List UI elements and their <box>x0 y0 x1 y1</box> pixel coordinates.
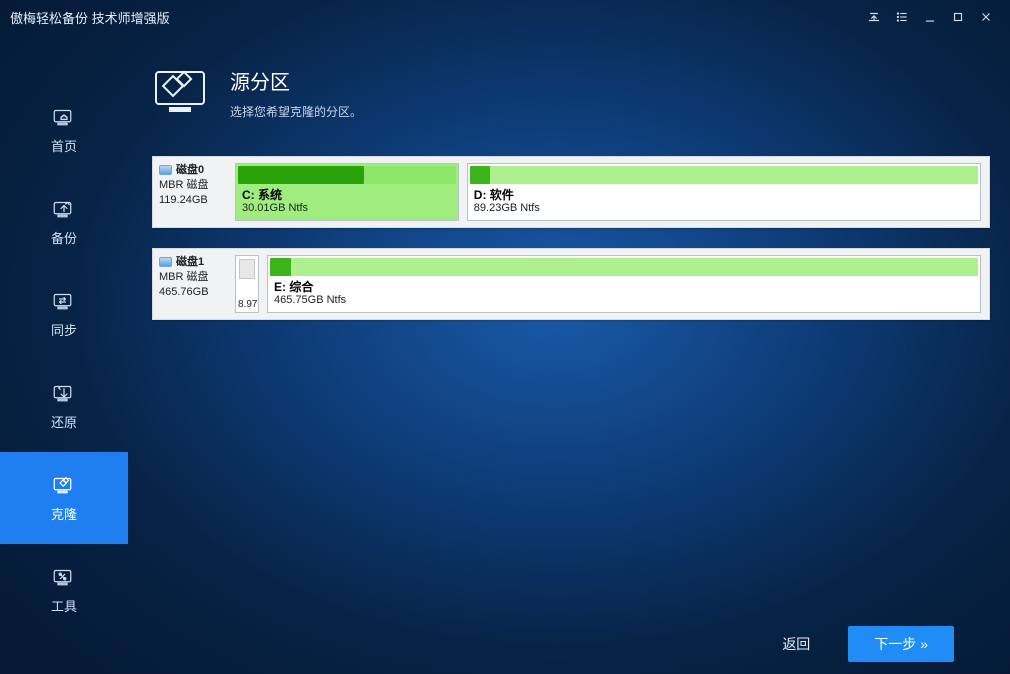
restore-icon <box>52 382 76 404</box>
clone-icon <box>52 474 76 496</box>
page-header: 源分区 选择您希望克隆的分区。 <box>152 66 990 120</box>
partition-size: 8.97 <box>238 299 256 310</box>
body: 首页 备份 同步 还原 <box>0 34 1010 674</box>
page-title: 源分区 <box>230 66 362 95</box>
partition-c[interactable]: C: 系统 30.01GB Ntfs <box>235 163 459 221</box>
disk-label: 磁盘0 <box>176 163 204 178</box>
next-button[interactable]: 下一步 » <box>848 626 954 662</box>
partition-info: 30.01GB Ntfs <box>236 202 458 219</box>
disk-row: 磁盘0 MBR 磁盘 119.24GB C: 系统 30.01GB Ntfs D… <box>152 156 990 228</box>
disk-label: 磁盘1 <box>176 255 204 270</box>
partition-name: C: 系统 <box>236 186 458 202</box>
back-button[interactable]: 返回 <box>772 628 820 660</box>
disk-type: MBR 磁盘 <box>159 270 227 285</box>
main-panel: 源分区 选择您希望克隆的分区。 磁盘0 MBR 磁盘 119.24GB C: 系… <box>128 34 1010 674</box>
sync-icon <box>52 290 76 312</box>
disk-row: 磁盘1 MBR 磁盘 465.76GB 8.97 E: 综合 465.75GB … <box>152 248 990 320</box>
sidebar-item-label: 首页 <box>51 136 77 155</box>
page-subtitle: 选择您希望克隆的分区。 <box>230 103 362 120</box>
wizard-footer: 返回 下一步 » <box>152 614 990 674</box>
disk-icon <box>159 165 172 175</box>
disk-size: 465.76GB <box>159 285 227 300</box>
partition-e[interactable]: E: 综合 465.75GB Ntfs <box>267 255 981 313</box>
maximize-button[interactable] <box>944 3 972 31</box>
sidebar-item-label: 同步 <box>51 320 77 339</box>
disk-meta: 磁盘0 MBR 磁盘 119.24GB <box>153 157 233 227</box>
sidebar: 首页 备份 同步 还原 <box>0 34 128 674</box>
partition-info: 465.75GB Ntfs <box>268 294 980 311</box>
sidebar-item-label: 备份 <box>51 228 77 247</box>
disk-meta: 磁盘1 MBR 磁盘 465.76GB <box>153 249 233 319</box>
sidebar-item-home[interactable]: 首页 <box>0 84 128 176</box>
partition-icon <box>152 66 208 116</box>
partition-info: 89.23GB Ntfs <box>468 202 980 219</box>
titlebar: 傲梅轻松备份 技术师增强版 <box>0 0 1010 34</box>
disk-type: MBR 磁盘 <box>159 178 227 193</box>
sidebar-item-label: 还原 <box>51 412 77 431</box>
app-window: 傲梅轻松备份 技术师增强版 首页 <box>0 0 1010 674</box>
menu-icon[interactable] <box>888 3 916 31</box>
sidebar-item-restore[interactable]: 还原 <box>0 360 128 452</box>
disk-icon <box>159 257 172 267</box>
partition-unallocated[interactable]: 8.97 <box>235 255 259 313</box>
sidebar-item-clone[interactable]: 克隆 <box>0 452 128 544</box>
tools-icon <box>52 566 76 588</box>
home-icon <box>52 106 76 128</box>
partition-name: D: 软件 <box>468 186 980 202</box>
window-title: 傲梅轻松备份 技术师增强版 <box>10 8 860 27</box>
upgrade-icon[interactable] <box>860 3 888 31</box>
sidebar-item-backup[interactable]: 备份 <box>0 176 128 268</box>
sidebar-item-label: 工具 <box>51 596 77 615</box>
partition-d[interactable]: D: 软件 89.23GB Ntfs <box>467 163 981 221</box>
minimize-button[interactable] <box>916 3 944 31</box>
close-button[interactable] <box>972 3 1000 31</box>
sidebar-item-tools[interactable]: 工具 <box>0 544 128 636</box>
sidebar-item-label: 克隆 <box>51 504 77 523</box>
backup-icon <box>52 198 76 220</box>
sidebar-item-sync[interactable]: 同步 <box>0 268 128 360</box>
partition-name: E: 综合 <box>268 278 980 294</box>
disk-size: 119.24GB <box>159 193 227 208</box>
